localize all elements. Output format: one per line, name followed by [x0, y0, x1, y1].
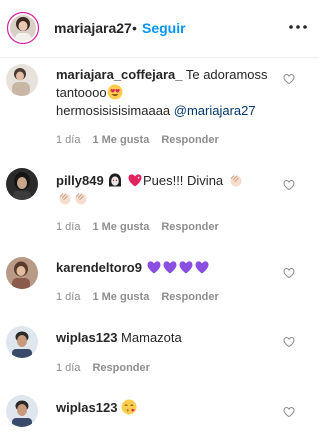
clapping-hands-emoji-icon: [59, 193, 71, 205]
comment-time: 1 día: [56, 362, 81, 374]
clapping-hands-emoji-icon: [230, 175, 242, 187]
comment-text: wiplas123 Mamazota: [56, 329, 276, 347]
comment-username[interactable]: wiplas123: [56, 330, 117, 345]
mention-link[interactable]: @mariajara27: [174, 103, 256, 118]
post-header: mariajara27 • Seguir: [0, 0, 319, 58]
comment-username[interactable]: wiplas123: [56, 400, 117, 415]
header-separator: •: [132, 20, 137, 36]
comment-meta: 1 día Responder: [56, 362, 162, 374]
comment-meta: 1 día 1 Me gusta Responder: [56, 134, 231, 146]
reply-button[interactable]: Responder: [92, 362, 149, 374]
comment-body-line2: hermosisisisimaaaa: [56, 103, 174, 118]
commenter-avatar[interactable]: [6, 395, 38, 427]
comment-text: pilly849 Pues!!! Divina: [56, 172, 276, 208]
like-heart-icon[interactable]: [283, 406, 295, 418]
vampire-emoji-icon: [109, 173, 122, 187]
commenter-avatar[interactable]: [6, 64, 38, 96]
comment-meta: 1 día 1 Me gusta Responder: [56, 221, 231, 233]
comment-username[interactable]: pilly849: [56, 173, 104, 188]
reply-button[interactable]: Responder: [161, 134, 218, 146]
more-options-icon[interactable]: [287, 17, 309, 37]
kissing-face-emoji-icon: [121, 399, 137, 415]
comment-body: Pues!!! Divina: [142, 173, 224, 188]
reply-button[interactable]: Responder: [161, 221, 218, 233]
comment-text: mariajara_coffejara_ Te adoramoss tantoo…: [56, 66, 276, 120]
like-heart-icon[interactable]: [283, 336, 295, 348]
comment-username[interactable]: mariajara_coffejara_: [56, 67, 182, 82]
comment-meta: 1 día 1 Me gusta Responder: [56, 291, 231, 303]
comment-time: 1 día: [56, 134, 81, 146]
comment-text: karendeltoro9: [56, 259, 276, 277]
comment-time: 1 día: [56, 221, 81, 233]
profile-avatar[interactable]: [7, 12, 39, 44]
comment-likes[interactable]: 1 Me gusta: [92, 221, 149, 233]
comment-username[interactable]: karendeltoro9: [56, 260, 142, 275]
header-username[interactable]: mariajara27: [54, 20, 132, 36]
comment-time: 1 día: [56, 291, 81, 303]
like-heart-icon[interactable]: [283, 73, 295, 85]
purple-heart-emoji-icon: [147, 261, 161, 274]
commenter-avatar[interactable]: [6, 168, 38, 200]
reply-button[interactable]: Responder: [161, 291, 218, 303]
comment-body: Mamazota: [117, 330, 182, 345]
comment-text: wiplas123: [56, 399, 276, 417]
purple-heart-emoji-icon: [195, 261, 209, 274]
heart-eyes-emoji-icon: [107, 84, 123, 100]
purple-heart-emoji-icon: [163, 261, 177, 274]
clapping-hands-emoji-icon: [75, 193, 87, 205]
sparkling-heart-emoji-icon: [128, 174, 142, 187]
like-heart-icon[interactable]: [283, 267, 295, 279]
like-heart-icon[interactable]: [283, 179, 295, 191]
comment-likes[interactable]: 1 Me gusta: [92, 291, 149, 303]
follow-button[interactable]: Seguir: [142, 20, 186, 36]
commenter-avatar[interactable]: [6, 326, 38, 358]
commenter-avatar[interactable]: [6, 257, 38, 289]
purple-heart-emoji-icon: [179, 261, 193, 274]
comment-likes[interactable]: 1 Me gusta: [92, 134, 149, 146]
